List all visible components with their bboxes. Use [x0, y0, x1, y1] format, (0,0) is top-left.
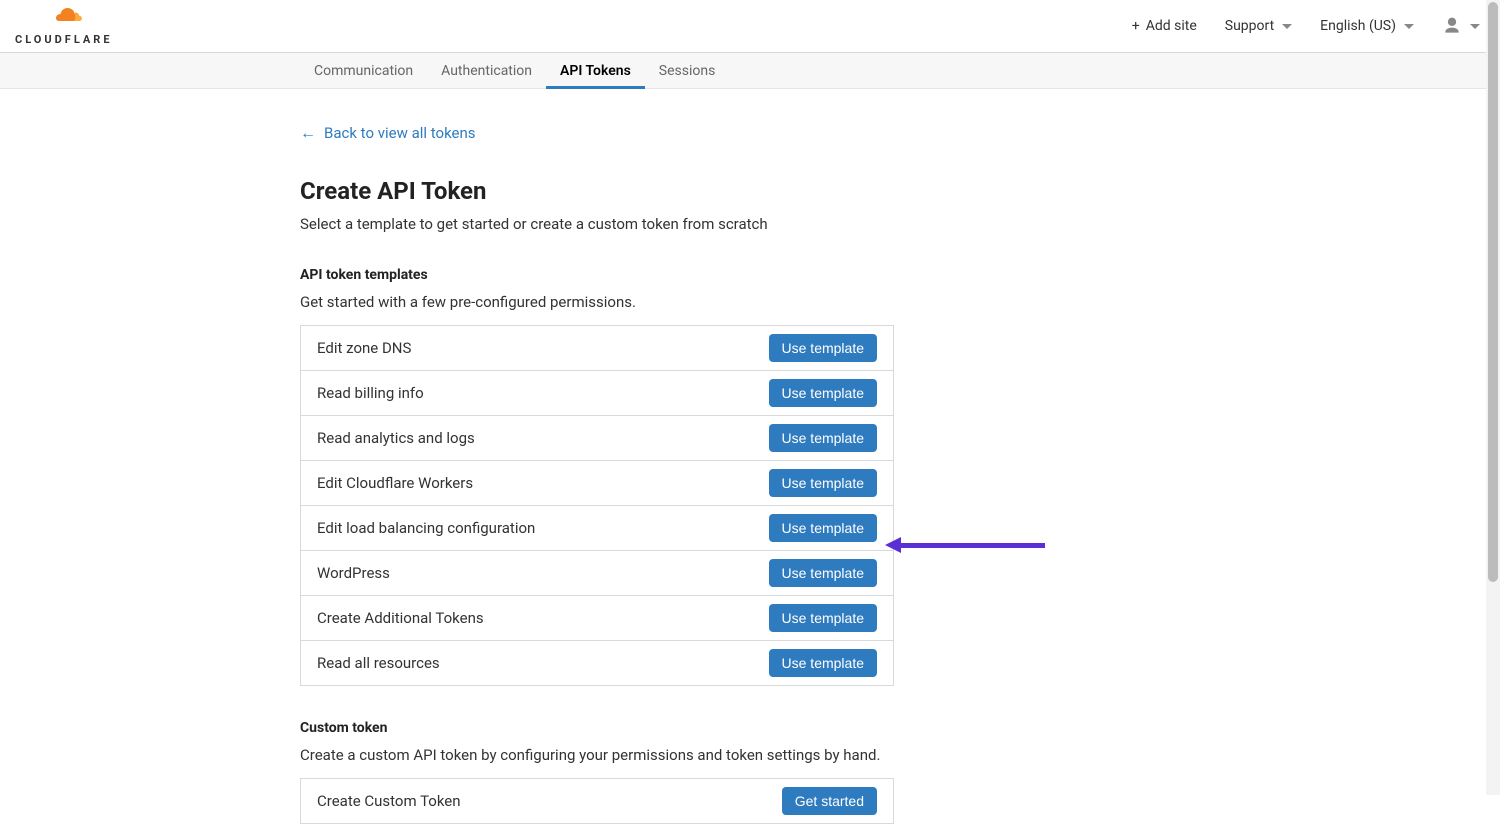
template-name: Edit zone DNS: [317, 339, 411, 357]
chevron-down-icon: [1470, 24, 1480, 29]
support-label: Support: [1225, 18, 1274, 34]
tab-label: Sessions: [659, 63, 716, 79]
template-row-create-additional-tokens: Create Additional Tokens Use template: [301, 596, 893, 641]
template-name: WordPress: [317, 564, 390, 582]
section-desc: Create a custom API token by configuring…: [300, 746, 894, 764]
section-title: Custom token: [300, 720, 894, 736]
tab-bar: Communication Authentication API Tokens …: [0, 53, 1500, 89]
page-subtitle: Select a template to get started or crea…: [300, 215, 1500, 233]
template-row-read-billing: Read billing info Use template: [301, 371, 893, 416]
arrow-left-icon: [885, 537, 901, 553]
arrow-left-icon: ←: [300, 123, 316, 143]
scrollbar-track[interactable]: [1486, 0, 1500, 795]
tab-authentication[interactable]: Authentication: [427, 53, 546, 88]
section-desc: Get started with a few pre-configured pe…: [300, 293, 1500, 311]
template-row-edit-load-balancing: Edit load balancing configuration Use te…: [301, 506, 893, 551]
use-template-button[interactable]: Use template: [769, 424, 877, 452]
language-label: English (US): [1320, 18, 1396, 34]
use-template-button[interactable]: Use template: [769, 604, 877, 632]
template-name: Edit Cloudflare Workers: [317, 474, 473, 492]
tab-sessions[interactable]: Sessions: [645, 53, 730, 88]
get-started-button[interactable]: Get started: [782, 787, 877, 815]
header-right: + Add site Support English (US): [1132, 16, 1480, 36]
tab-label: API Tokens: [560, 63, 631, 79]
template-list: Edit zone DNS Use template Read billing …: [300, 325, 894, 686]
use-template-button[interactable]: Use template: [769, 559, 877, 587]
section-title: API token templates: [300, 267, 1500, 283]
template-row-read-analytics: Read analytics and logs Use template: [301, 416, 893, 461]
custom-token-list: Create Custom Token Get started: [300, 778, 894, 824]
support-dropdown[interactable]: Support: [1225, 18, 1292, 34]
template-row-read-all-resources: Read all resources Use template: [301, 641, 893, 685]
template-row-wordpress: WordPress Use template: [301, 551, 893, 596]
template-name: Edit load balancing configuration: [317, 519, 535, 537]
scrollbar-thumb[interactable]: [1488, 2, 1498, 582]
add-site-button[interactable]: + Add site: [1132, 18, 1197, 34]
global-header: CLOUDFLARE + Add site Support English (U…: [0, 0, 1500, 53]
cloud-icon: [44, 7, 84, 29]
tab-api-tokens[interactable]: API Tokens: [546, 53, 645, 88]
tab-communication[interactable]: Communication: [300, 53, 427, 88]
template-name: Read billing info: [317, 384, 424, 402]
cloudflare-logo[interactable]: CLOUDFLARE: [15, 7, 113, 46]
main-content: ← Back to view all tokens Create API Tok…: [0, 89, 1500, 824]
template-row-edit-zone-dns: Edit zone DNS Use template: [301, 326, 893, 371]
use-template-button[interactable]: Use template: [769, 469, 877, 497]
templates-section: API token templates Get started with a f…: [300, 267, 1500, 686]
template-name: Read analytics and logs: [317, 429, 475, 447]
brand-text: CLOUDFLARE: [15, 33, 113, 46]
tab-label: Authentication: [441, 63, 532, 79]
page-title: Create API Token: [300, 177, 1500, 205]
account-dropdown[interactable]: [1442, 16, 1480, 36]
chevron-down-icon: [1282, 24, 1292, 29]
add-site-label: Add site: [1146, 18, 1197, 34]
template-row-edit-workers: Edit Cloudflare Workers Use template: [301, 461, 893, 506]
use-template-button[interactable]: Use template: [769, 649, 877, 677]
template-name: Create Additional Tokens: [317, 609, 484, 627]
custom-token-section: Custom token Create a custom API token b…: [300, 720, 894, 824]
language-dropdown[interactable]: English (US): [1320, 18, 1414, 34]
use-template-button[interactable]: Use template: [769, 334, 877, 362]
custom-token-row: Create Custom Token Get started: [301, 779, 893, 823]
back-link[interactable]: ← Back to view all tokens: [300, 123, 476, 143]
chevron-down-icon: [1404, 24, 1414, 29]
use-template-button[interactable]: Use template: [769, 514, 877, 542]
annotation-arrow: [885, 539, 1045, 551]
template-name: Read all resources: [317, 654, 440, 672]
arrow-line: [897, 543, 1045, 548]
back-link-label: Back to view all tokens: [324, 124, 476, 142]
use-template-button[interactable]: Use template: [769, 379, 877, 407]
avatar-icon: [1442, 16, 1462, 36]
plus-icon: +: [1132, 18, 1140, 34]
tab-label: Communication: [314, 63, 413, 79]
